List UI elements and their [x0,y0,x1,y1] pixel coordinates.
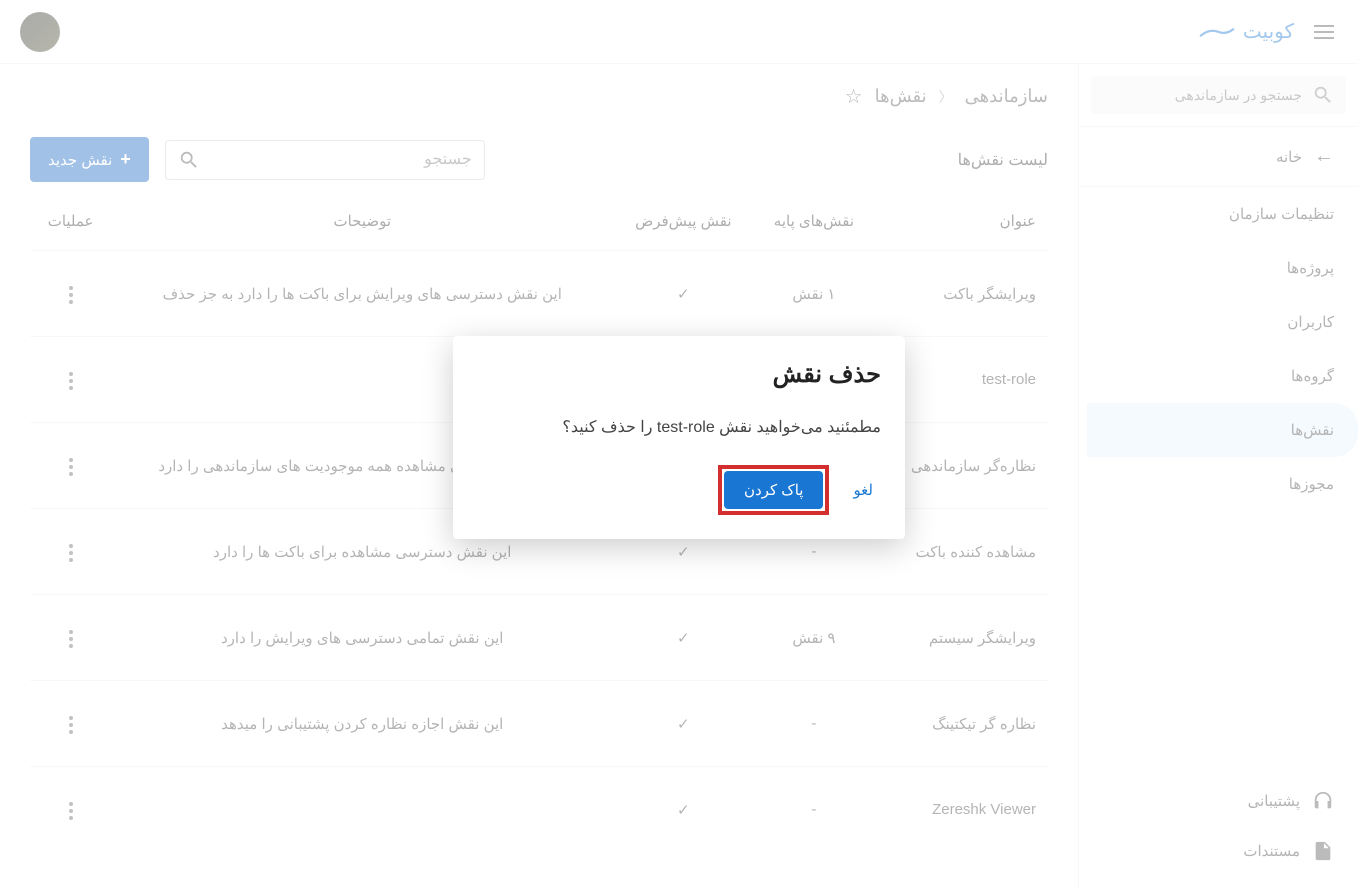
cancel-button[interactable]: لغو [845,471,881,509]
confirm-delete-button[interactable]: پاک کردن [724,471,823,509]
modal-overlay[interactable]: حذف نقش مطمئنید می‌خواهید نقش test-role … [0,0,1358,888]
dialog-text: مطمئنید می‌خواهید نقش test-role را حذف ک… [477,417,881,437]
dialog-title: حذف نقش [477,360,881,389]
delete-role-dialog: حذف نقش مطمئنید می‌خواهید نقش test-role … [453,336,905,539]
confirm-highlight: پاک کردن [718,465,829,515]
